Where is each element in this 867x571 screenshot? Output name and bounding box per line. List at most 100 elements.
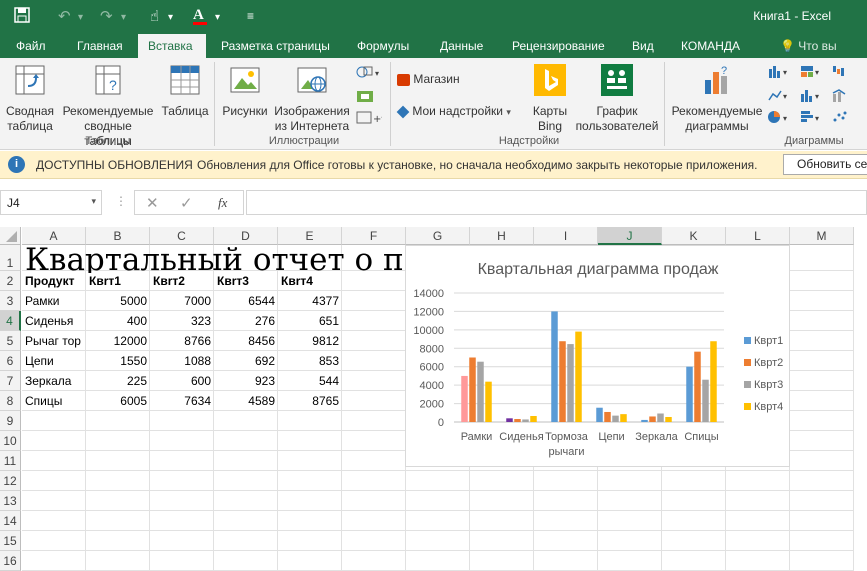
grid-cell[interactable]	[86, 411, 150, 431]
product-name-cell[interactable]: Сиденья	[22, 311, 86, 331]
pie-chart-icon[interactable]: ▾	[768, 110, 796, 127]
row-header[interactable]: 9	[0, 411, 21, 431]
row-header[interactable]: 7	[0, 371, 21, 391]
grid-cell[interactable]	[22, 411, 86, 431]
table-header-cell[interactable]: Продукт	[22, 271, 86, 291]
bar-chart-icon[interactable]: ▾	[800, 110, 828, 127]
grid-cell[interactable]	[278, 551, 342, 571]
grid-cell[interactable]	[342, 271, 406, 291]
grid-cell[interactable]	[662, 551, 726, 571]
grid-cell[interactable]	[790, 291, 854, 311]
column-header[interactable]: F	[342, 227, 406, 245]
grid-cell[interactable]	[790, 551, 854, 571]
name-box[interactable]: J4 ▾	[0, 190, 102, 215]
column-header[interactable]: A	[22, 227, 86, 245]
value-cell[interactable]: 4377	[278, 291, 342, 311]
table-header-cell[interactable]: Квrт2	[150, 271, 214, 291]
grid-cell[interactable]	[342, 331, 406, 351]
grid-cell[interactable]	[86, 511, 150, 531]
table-header-cell[interactable]: Квrт1	[86, 271, 150, 291]
font-color-dropdown-icon[interactable]: ▾	[215, 12, 220, 23]
value-cell[interactable]: 6544	[214, 291, 278, 311]
grid-cell[interactable]	[214, 471, 278, 491]
grid-cell[interactable]	[150, 531, 214, 551]
tab-data[interactable]: Данные	[430, 34, 493, 58]
grid-cell[interactable]	[470, 491, 534, 511]
grid-cell[interactable]	[86, 531, 150, 551]
grid-cell[interactable]	[342, 471, 406, 491]
value-cell[interactable]: 8766	[150, 331, 214, 351]
tab-insert[interactable]: Вставка	[138, 34, 206, 58]
grid-cell[interactable]	[726, 471, 790, 491]
my-addins-button[interactable]: Мои надстройки ▾	[396, 104, 511, 120]
value-cell[interactable]: 1088	[150, 351, 214, 371]
column-header[interactable]: E	[278, 227, 342, 245]
grid-cell[interactable]	[22, 451, 86, 471]
value-cell[interactable]: 7000	[150, 291, 214, 311]
hierarchy-chart-icon[interactable]: ▾	[800, 64, 828, 81]
row-header[interactable]: 12	[0, 471, 21, 491]
people-graph-button[interactable]: График пользователей	[574, 64, 660, 134]
grid-cell[interactable]	[342, 311, 406, 331]
formula-input[interactable]	[246, 190, 867, 215]
grid-cell[interactable]	[662, 531, 726, 551]
tab-file[interactable]: Файл	[6, 34, 56, 58]
grid-cell[interactable]	[790, 371, 854, 391]
grid-cell[interactable]	[86, 471, 150, 491]
grid-cell[interactable]	[214, 451, 278, 471]
smartart-icon[interactable]	[356, 88, 378, 107]
grid-cell[interactable]	[22, 491, 86, 511]
grid-cell[interactable]	[342, 411, 406, 431]
grid-cell[interactable]	[278, 471, 342, 491]
value-cell[interactable]: 276	[214, 311, 278, 331]
value-cell[interactable]: 12000	[86, 331, 150, 351]
grid-cell[interactable]	[214, 411, 278, 431]
column-header[interactable]: I	[534, 227, 598, 245]
grid-cell[interactable]	[662, 471, 726, 491]
column-header[interactable]: G	[406, 227, 470, 245]
column-header[interactable]: H	[470, 227, 534, 245]
value-cell[interactable]: 4589	[214, 391, 278, 411]
value-cell[interactable]: 544	[278, 371, 342, 391]
grid-cell[interactable]	[726, 511, 790, 531]
chart-container[interactable]: Квартальная диаграмма продаж 14000 12000 1…	[405, 245, 790, 467]
grid-cell[interactable]	[790, 511, 854, 531]
column-chart-icon[interactable]: ▾	[768, 64, 796, 81]
grid-cell[interactable]	[406, 471, 470, 491]
screenshot-icon[interactable]: +▾	[356, 110, 386, 129]
grid-cell[interactable]	[598, 551, 662, 571]
grid-cell[interactable]	[150, 451, 214, 471]
grid-cell[interactable]	[342, 491, 406, 511]
grid-cell[interactable]	[726, 551, 790, 571]
grid-cell[interactable]	[22, 431, 86, 451]
grid-cell[interactable]	[790, 491, 854, 511]
value-cell[interactable]: 853	[278, 351, 342, 371]
grid-cell[interactable]	[662, 491, 726, 511]
undo-icon[interactable]: ↶	[58, 7, 71, 25]
name-box-dropdown-icon[interactable]: ▾	[91, 196, 96, 207]
table-button[interactable]: Таблица	[160, 64, 210, 119]
grid-cell[interactable]	[534, 551, 598, 571]
tab-view[interactable]: Вид	[622, 34, 664, 58]
shapes-icon[interactable]: ▾	[356, 64, 382, 83]
recommended-charts-button[interactable]: ? Рекомендуемые диаграммы	[670, 64, 764, 134]
online-pictures-button[interactable]: Изображения из Интернета	[272, 64, 352, 134]
grid-cell[interactable]	[790, 451, 854, 471]
value-cell[interactable]: 6005	[86, 391, 150, 411]
grid-cell[interactable]	[790, 431, 854, 451]
grid-cell[interactable]	[278, 451, 342, 471]
scatter-chart-icon[interactable]	[832, 110, 860, 127]
line-chart-icon[interactable]: ▾	[768, 88, 796, 105]
grid-cell[interactable]	[790, 411, 854, 431]
grid-cell[interactable]	[470, 471, 534, 491]
grid-cell[interactable]	[726, 531, 790, 551]
grid-cell[interactable]	[22, 531, 86, 551]
touch-mode-icon[interactable]: ☝	[150, 7, 159, 25]
column-header[interactable]: L	[726, 227, 790, 245]
grid-cell[interactable]	[278, 531, 342, 551]
table-header-cell[interactable]: Квrт4	[278, 271, 342, 291]
value-cell[interactable]: 651	[278, 311, 342, 331]
grid-cell[interactable]	[214, 511, 278, 531]
value-cell[interactable]: 8456	[214, 331, 278, 351]
grid-cell[interactable]	[598, 531, 662, 551]
